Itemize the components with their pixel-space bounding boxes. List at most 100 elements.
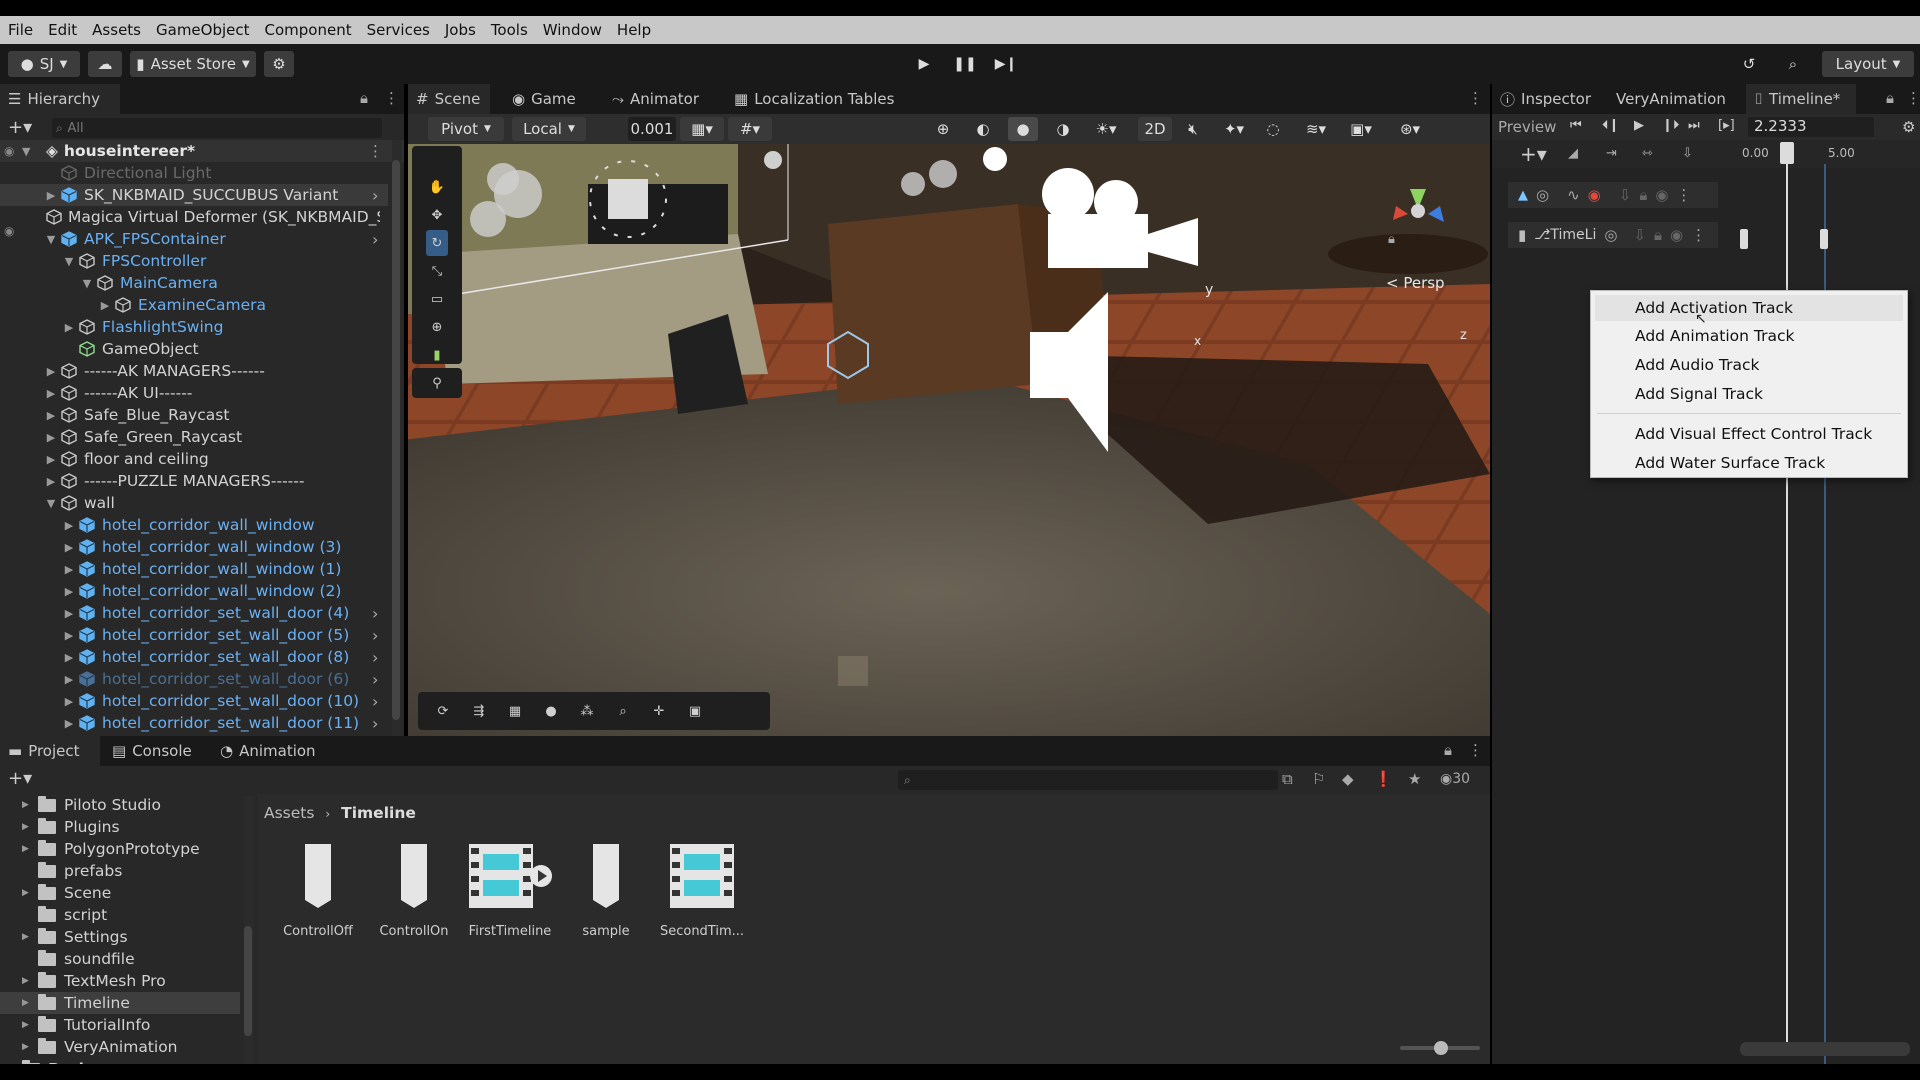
grid-snap-dropdown[interactable]: ▦▾ xyxy=(680,117,724,141)
collapse-arrow-icon[interactable]: ▶ xyxy=(62,695,76,708)
search-button[interactable]: ⌕ xyxy=(1778,51,1808,77)
hierarchy-item[interactable]: ▼ wall xyxy=(0,492,380,514)
move-tool-icon[interactable]: ✥ xyxy=(426,202,448,228)
wireframe-button[interactable]: ◐ xyxy=(968,117,998,141)
loop-icon[interactable]: [▸] xyxy=(1718,118,1735,133)
lock-icon[interactable]: 🔒︎ xyxy=(1886,89,1894,107)
collapse-arrow-icon[interactable]: ▶ xyxy=(44,189,58,202)
hierarchy-item[interactable]: ▶ hotel_corridor_wall_window xyxy=(0,514,380,536)
chevron-right-icon[interactable]: › xyxy=(372,670,378,689)
hierarchy-item[interactable]: Magica Virtual Deformer (SK_NKBMAID_S xyxy=(0,206,380,228)
more-icon[interactable]: ⋮ xyxy=(1906,89,1920,107)
label-icon[interactable]: ◆ xyxy=(1342,770,1354,788)
effects-dropdown[interactable]: ✦▾ xyxy=(1214,117,1254,141)
expand-arrow-icon[interactable]: ▶ xyxy=(22,844,38,854)
tab-inspector[interactable]: ⓘ Inspector xyxy=(1492,84,1599,114)
rotate-tool-icon[interactable]: ↻ xyxy=(426,230,448,256)
tab-project[interactable]: ▬ Project xyxy=(0,736,100,766)
expand-arrow-icon[interactable]: ▶ xyxy=(22,888,38,898)
lock-icon[interactable]: 🔒︎ xyxy=(1444,741,1452,759)
expand-arrow-icon[interactable]: ▶ xyxy=(22,800,38,810)
star-icon[interactable]: ★ xyxy=(1408,770,1421,788)
scale-tool-icon[interactable]: ⤡ xyxy=(426,258,448,284)
hierarchy-item[interactable]: ▶ ExamineCamera xyxy=(0,294,380,316)
hierarchy-item[interactable]: ▶ hotel_corridor_wall_window (2) xyxy=(0,580,380,602)
lock-icon[interactable]: 🔒︎ xyxy=(1388,232,1395,247)
folder-item[interactable]: script xyxy=(22,904,240,926)
hierarchy-item[interactable]: ▶ ------AK UI------ xyxy=(0,382,380,404)
expand-arrow-icon[interactable]: ▼ xyxy=(44,233,58,246)
go-to-start-icon[interactable]: ⏮ xyxy=(1570,118,1582,133)
warning-icon[interactable]: ❗ xyxy=(1374,770,1393,788)
layers-dropdown[interactable]: ≋▾ xyxy=(1296,117,1336,141)
hierarchy-item[interactable]: ▶ Safe_Blue_Raycast xyxy=(0,404,380,426)
rect-tool-icon[interactable]: ▭ xyxy=(426,286,448,312)
asset-item[interactable]: FirstTimeline xyxy=(460,842,560,939)
gear-icon[interactable]: ⚙ xyxy=(1902,118,1915,136)
menu-help[interactable]: Help xyxy=(617,21,651,39)
collapse-arrow-icon[interactable]: ▶ xyxy=(62,717,76,730)
expand-arrow-icon[interactable]: ▶ xyxy=(22,932,38,942)
collapse-arrow-icon[interactable]: ▶ xyxy=(62,519,76,532)
chevron-right-icon[interactable]: › xyxy=(372,692,378,711)
playhead[interactable] xyxy=(1786,142,1788,1042)
hierarchy-item[interactable]: Directional Light xyxy=(0,162,380,184)
project-search-input[interactable]: ⌕ xyxy=(898,770,1278,790)
asset-item[interactable]: ControllOff xyxy=(268,842,368,939)
align-icon[interactable]: ⇶ xyxy=(468,698,490,724)
scene-viewport[interactable]: y x z 🔒︎ < Persp ✋ ✥ ↻ ⤡ ▭ ⊕ ▮ ⚲ ⟳ ⇶ ▦ ●… xyxy=(408,144,1490,736)
hand-tool-icon[interactable]: ✋ xyxy=(426,174,448,200)
mix-icon[interactable]: ⇥ xyxy=(1606,146,1617,161)
chevron-right-icon[interactable]: › xyxy=(372,186,378,205)
collapse-arrow-icon[interactable]: ▶ xyxy=(44,453,58,466)
menu-file[interactable]: File xyxy=(8,21,33,39)
collapse-arrow-icon[interactable]: ▶ xyxy=(62,629,76,642)
hierarchy-search-input[interactable]: ⌕ All xyxy=(52,118,382,138)
collapse-arrow-icon[interactable]: ▶ xyxy=(44,409,58,422)
markers-track-header[interactable]: ▲ ◎ ∿ ◉ ⇩ 🔒︎ ◉ ⋮ xyxy=(1508,182,1718,208)
lock-icon[interactable]: 🔒︎ xyxy=(360,89,368,107)
hierarchy-item[interactable]: ▶ SK_NKBMAID_SUCCUBUS Variant xyxy=(0,184,388,206)
preview-toggle[interactable]: Preview xyxy=(1498,118,1556,136)
more-icon[interactable]: ⋮ xyxy=(1468,89,1483,107)
lit-button[interactable]: ◑ xyxy=(1048,117,1078,141)
history-button[interactable]: ↺ xyxy=(1734,51,1764,77)
tab-animation[interactable]: ◔ Animation xyxy=(212,736,324,766)
lighting-dropdown[interactable]: ☀▾ xyxy=(1086,117,1126,141)
menu-item-add-water-surface-track[interactable]: Add Water Surface Track xyxy=(1635,454,1825,472)
collapse-arrow-icon[interactable]: ▶ xyxy=(62,673,76,686)
collapse-arrow-icon[interactable]: ▶ xyxy=(62,607,76,620)
hierarchy-item[interactable]: ▶ ------PUZZLE MANAGERS------ xyxy=(0,470,380,492)
snap-toggle[interactable]: #▾ xyxy=(728,117,772,141)
menu-services[interactable]: Services xyxy=(367,21,430,39)
visibility-eye-icon[interactable]: ◉ xyxy=(4,144,14,158)
track-object-field[interactable]: ⎇TimeLi xyxy=(1534,227,1596,243)
add-track-icon[interactable]: +▾ xyxy=(1520,142,1547,166)
hierarchy-item[interactable]: GameObject xyxy=(0,338,380,360)
cloud-button[interactable]: ☁ xyxy=(88,51,122,77)
asset-item[interactable]: ControllOn xyxy=(364,842,464,939)
menu-gameobject[interactable]: GameObject xyxy=(156,21,250,39)
clip-marker[interactable] xyxy=(1740,229,1748,249)
asset-store-button[interactable]: ▮ Asset Store ▼ xyxy=(130,51,256,77)
ripple-icon[interactable]: ◢ xyxy=(1568,146,1578,161)
expand-arrow-icon[interactable]: ▼ xyxy=(44,497,58,510)
next-frame-icon[interactable]: ❙⏵ xyxy=(1662,118,1679,133)
menu-window[interactable]: Window xyxy=(543,21,602,39)
menu-item-add-audio-track[interactable]: Add Audio Track xyxy=(1635,356,1759,374)
hidden-packages-toggle[interactable]: ◉30 xyxy=(1440,771,1470,787)
menu-jobs[interactable]: Jobs xyxy=(445,21,476,39)
asset-item[interactable]: SecondTim... xyxy=(652,842,752,939)
hierarchy-item[interactable]: ▶ hotel_corridor_set_wall_door (5) xyxy=(0,624,380,646)
hierarchy-item[interactable]: ▶ hotel_corridor_wall_window (1) xyxy=(0,558,380,580)
asset-item[interactable]: sample xyxy=(556,842,656,939)
local-dropdown[interactable]: Local ▼ xyxy=(512,117,586,141)
menu-tools[interactable]: Tools xyxy=(491,21,528,39)
collapse-arrow-icon[interactable]: ▶ xyxy=(62,651,76,664)
play-icon[interactable]: ▶ xyxy=(1634,118,1644,133)
expand-arrow-icon[interactable]: ▼ xyxy=(22,145,40,158)
hierarchy-item[interactable]: ▼ MainCamera xyxy=(0,272,380,294)
add-icon[interactable]: +▾ xyxy=(8,768,32,789)
collapse-arrow-icon[interactable]: ▶ xyxy=(62,541,76,554)
chevron-right-icon[interactable]: › xyxy=(372,714,378,733)
